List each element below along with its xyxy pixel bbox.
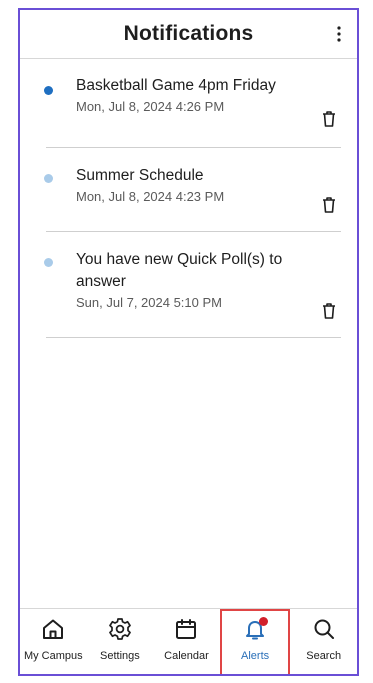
search-icon — [314, 619, 334, 639]
tab-alerts[interactable]: Alerts — [219, 609, 291, 674]
notification-item[interactable]: Summer Schedule Mon, Jul 8, 2024 4:23 PM — [44, 148, 341, 232]
notification-date: Mon, Jul 8, 2024 4:23 PM — [76, 189, 225, 204]
tab-label: Alerts — [241, 650, 270, 662]
home-icon — [43, 619, 64, 639]
unread-dot-icon — [44, 86, 53, 95]
tab-calendar[interactable]: Calendar — [153, 609, 220, 674]
read-dot-icon — [44, 258, 53, 267]
calendar-icon — [176, 619, 197, 639]
tab-search[interactable]: Search — [290, 609, 357, 674]
notification-list: Basketball Game 4pm Friday Mon, Jul 8, 2… — [20, 58, 357, 338]
trash-icon[interactable] — [321, 196, 337, 214]
tab-my-campus[interactable]: My Campus — [20, 609, 87, 674]
notification-date: Mon, Jul 8, 2024 4:26 PM — [76, 99, 225, 114]
header: Notifications — [20, 10, 357, 59]
gear-icon — [109, 618, 131, 640]
trash-icon[interactable] — [321, 302, 337, 320]
notification-badge — [259, 617, 269, 626]
notification-title: Basketball Game 4pm Friday — [76, 77, 276, 94]
tab-settings[interactable]: Settings — [87, 609, 154, 674]
notification-date: Sun, Jul 7, 2024 5:10 PM — [76, 295, 222, 310]
tab-label: Search — [306, 650, 342, 662]
notification-title: Summer Schedule — [76, 167, 204, 184]
bottom-tab-bar: My Campus Settings Calendar Alerts Searc… — [20, 608, 357, 674]
tab-label: Calendar — [164, 650, 209, 662]
notification-item[interactable]: Basketball Game 4pm Friday Mon, Jul 8, 2… — [44, 58, 341, 148]
more-vertical-icon[interactable] — [333, 24, 345, 44]
trash-icon[interactable] — [321, 110, 337, 128]
notification-title: You have new Quick Poll(s) to answer — [76, 251, 283, 290]
tab-label: My Campus — [23, 650, 83, 662]
page-title: Notifications — [123, 22, 254, 45]
app-frame: Notifications Basketball Game 4pm Friday… — [18, 8, 359, 676]
tab-label: Settings — [100, 650, 140, 662]
notification-item[interactable]: You have new Quick Poll(s) to answer Sun… — [44, 232, 341, 338]
read-dot-icon — [44, 174, 53, 183]
